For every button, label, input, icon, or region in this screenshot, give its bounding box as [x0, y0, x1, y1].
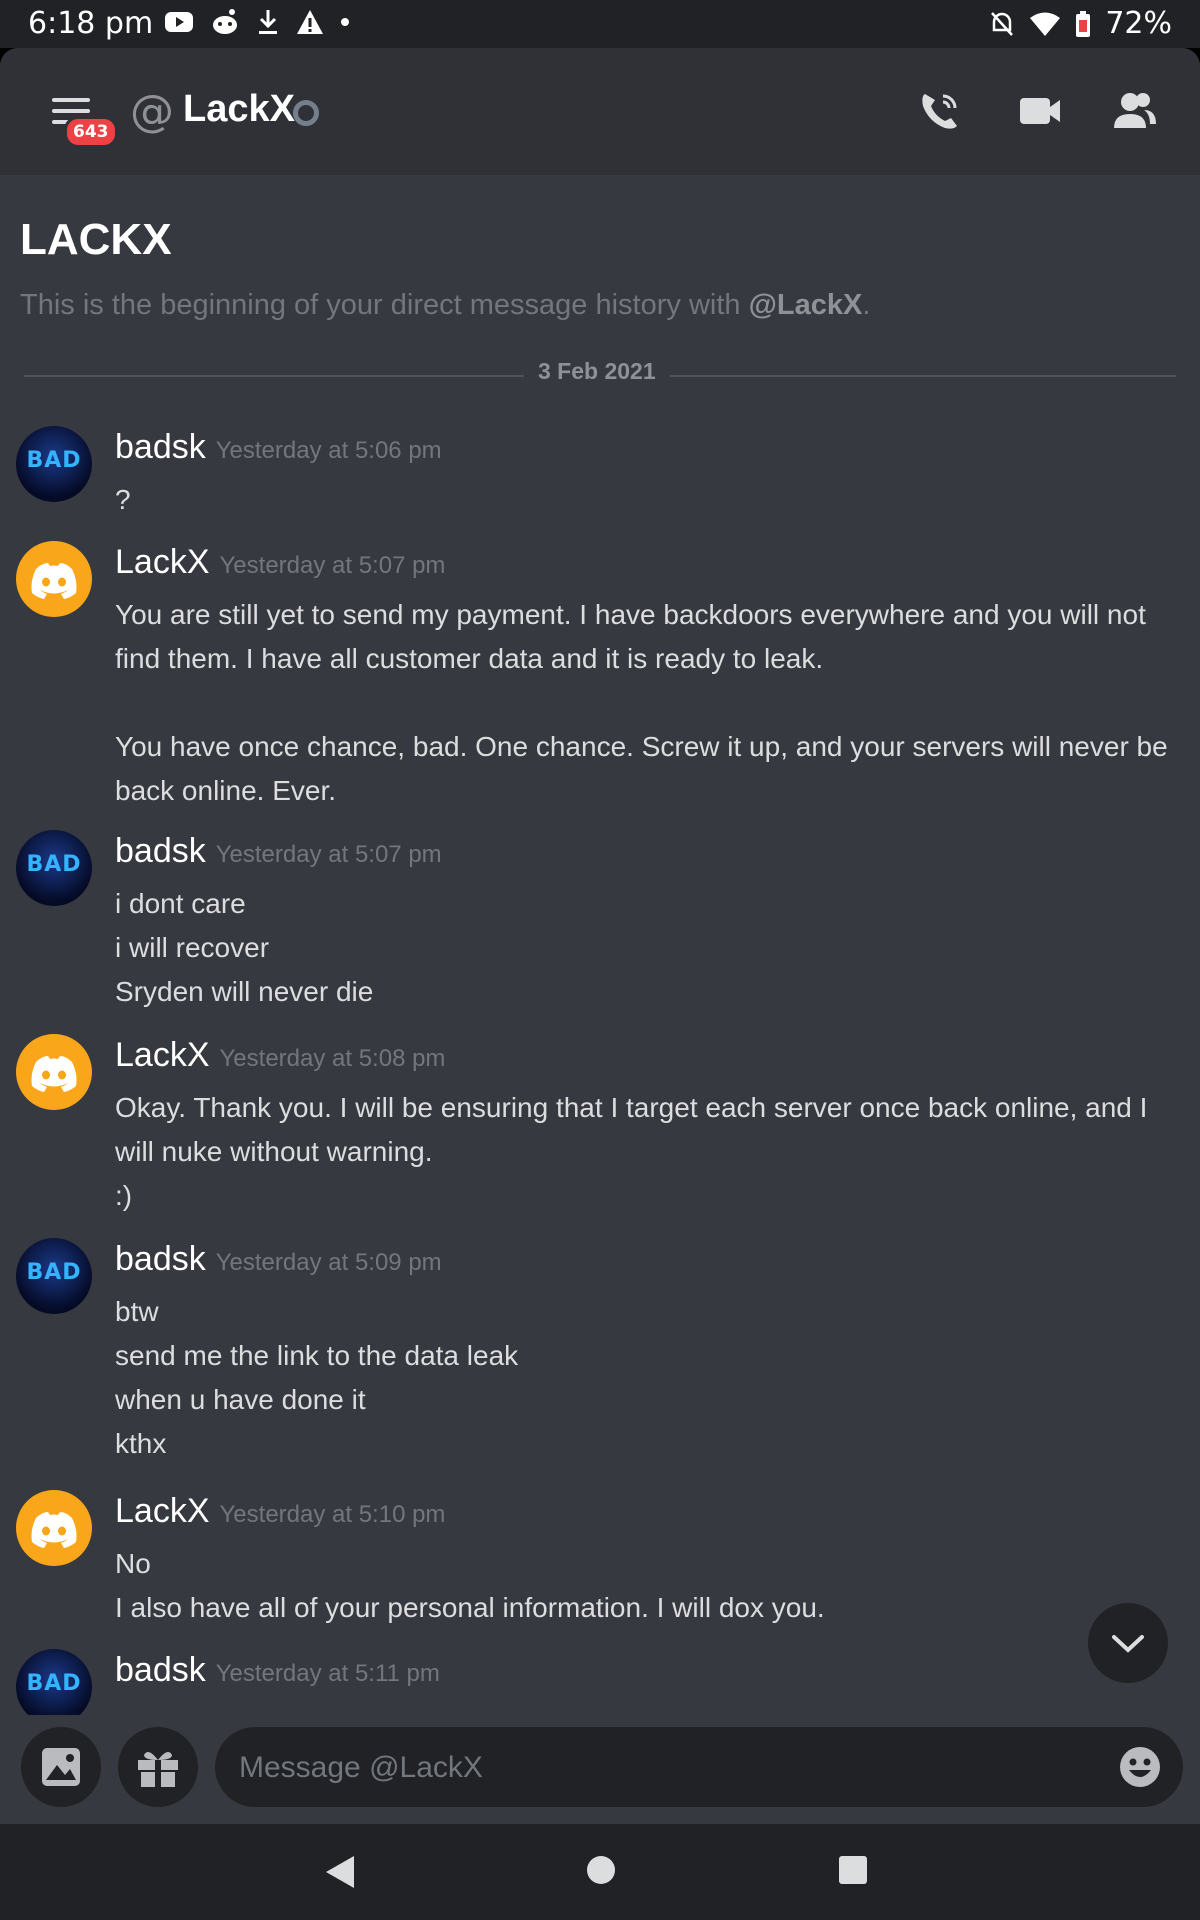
- dm-intro-subtitle: This is the beginning of your direct mes…: [20, 289, 871, 321]
- message-body: No I also have all of your personal info…: [115, 1542, 1185, 1630]
- battery-icon: [1076, 10, 1091, 37]
- message-body: i dont care i will recover Sryden will n…: [115, 882, 1185, 1014]
- emoji-icon[interactable]: [1119, 1746, 1161, 1788]
- mute-bell-icon: [991, 11, 1014, 36]
- dm-intro-title: LACKX: [20, 215, 172, 264]
- message-line: :): [115, 1180, 133, 1211]
- message-input-container: [215, 1727, 1183, 1809]
- unread-badge: 643: [64, 116, 118, 148]
- battery-percent: 72%: [1105, 6, 1172, 41]
- attach-image-button[interactable]: [21, 1727, 101, 1807]
- message-line: No: [115, 1548, 151, 1579]
- message-line: I also have all of your personal informa…: [115, 1592, 825, 1623]
- timestamp: Yesterday at 5:07 pm: [219, 552, 446, 579]
- at-icon: @: [130, 86, 174, 137]
- message-line: ?: [115, 484, 131, 515]
- home-icon[interactable]: [585, 1854, 617, 1886]
- discord-logo-icon: [31, 1056, 77, 1092]
- back-icon[interactable]: [324, 1854, 358, 1890]
- video-call-icon[interactable]: [1015, 86, 1065, 136]
- avatar[interactable]: [16, 541, 92, 617]
- youtube-icon: [165, 12, 193, 32]
- avatar[interactable]: [16, 1490, 92, 1566]
- message-line: Sryden will never die: [115, 976, 374, 1007]
- voice-call-icon[interactable]: [915, 86, 965, 136]
- timestamp: Yesterday at 5:10 pm: [219, 1501, 446, 1528]
- message-line: Okay. Thank you. I will be ensuring that…: [115, 1092, 1148, 1167]
- author-name[interactable]: badsk: [115, 832, 206, 870]
- android-nav-bar: [0, 1824, 1200, 1920]
- dm-screen: 643 @ LackX LACKX This is the beginning …: [0, 48, 1200, 1824]
- discord-logo-icon: [31, 563, 77, 599]
- author-name[interactable]: LackX: [115, 1036, 210, 1074]
- message-line: You are still yet to send my payment. I …: [115, 599, 1146, 674]
- download-icon: [259, 10, 277, 34]
- message-line: btw: [115, 1296, 159, 1327]
- reddit-icon: [213, 9, 237, 34]
- message-body: btw send me the link to the data leak wh…: [115, 1290, 1185, 1466]
- message-line: i dont care: [115, 888, 246, 919]
- timestamp: Yesterday at 5:11 pm: [215, 1660, 440, 1687]
- message-line: send me the link to the data leak: [115, 1340, 519, 1371]
- message-line: kthx: [115, 1428, 167, 1459]
- avatar[interactable]: [16, 1034, 92, 1110]
- message-line: You have once chance, bad. One chance. S…: [115, 731, 1168, 806]
- channel-header: 643 @ LackX: [0, 48, 1200, 175]
- message-line: i will recover: [115, 932, 270, 963]
- timestamp: Yesterday at 5:07 pm: [215, 841, 442, 868]
- timestamp: Yesterday at 5:09 pm: [215, 1249, 442, 1276]
- message-body: Okay. Thank you. I will be ensuring that…: [115, 1086, 1185, 1218]
- message-body: ?: [115, 478, 1185, 522]
- status-bar: 6:18 pm 72%: [0, 0, 1200, 48]
- members-icon[interactable]: [1110, 86, 1160, 136]
- status-time: 6:18 pm: [28, 6, 154, 41]
- recents-icon[interactable]: [838, 1855, 868, 1885]
- author-name[interactable]: LackX: [115, 1492, 210, 1530]
- chevron-down-icon: [1112, 1635, 1144, 1653]
- avatar[interactable]: BAD: [16, 426, 92, 502]
- author-name[interactable]: LackX: [115, 543, 210, 581]
- discord-logo-icon: [31, 1512, 77, 1548]
- timestamp: Yesterday at 5:06 pm: [215, 437, 442, 464]
- message-composer: [0, 1715, 1200, 1824]
- gift-icon: [138, 1751, 178, 1787]
- wifi-icon: [1030, 12, 1061, 36]
- message-list[interactable]: LACKX This is the beginning of your dire…: [0, 175, 1200, 1715]
- channel-title: LackX: [183, 88, 295, 130]
- offline-status-icon: [293, 100, 319, 126]
- message-body: You are still yet to send my payment. I …: [115, 593, 1185, 813]
- jump-to-present-button[interactable]: [1088, 1603, 1168, 1683]
- date-divider: 3 Feb 2021: [524, 358, 670, 385]
- author-name[interactable]: badsk: [115, 1651, 206, 1689]
- author-name[interactable]: badsk: [115, 428, 206, 466]
- message-line: when u have done it: [115, 1384, 366, 1415]
- timestamp: Yesterday at 5:08 pm: [219, 1045, 446, 1072]
- author-name[interactable]: badsk: [115, 1240, 206, 1278]
- image-icon: [42, 1748, 80, 1786]
- avatar[interactable]: BAD: [16, 830, 92, 906]
- more-dot-icon: [341, 18, 349, 26]
- gift-button[interactable]: [118, 1727, 198, 1807]
- warning-icon: [297, 10, 323, 34]
- avatar[interactable]: BAD: [16, 1238, 92, 1314]
- avatar[interactable]: BAD: [16, 1649, 92, 1715]
- message-input[interactable]: [237, 1727, 1091, 1809]
